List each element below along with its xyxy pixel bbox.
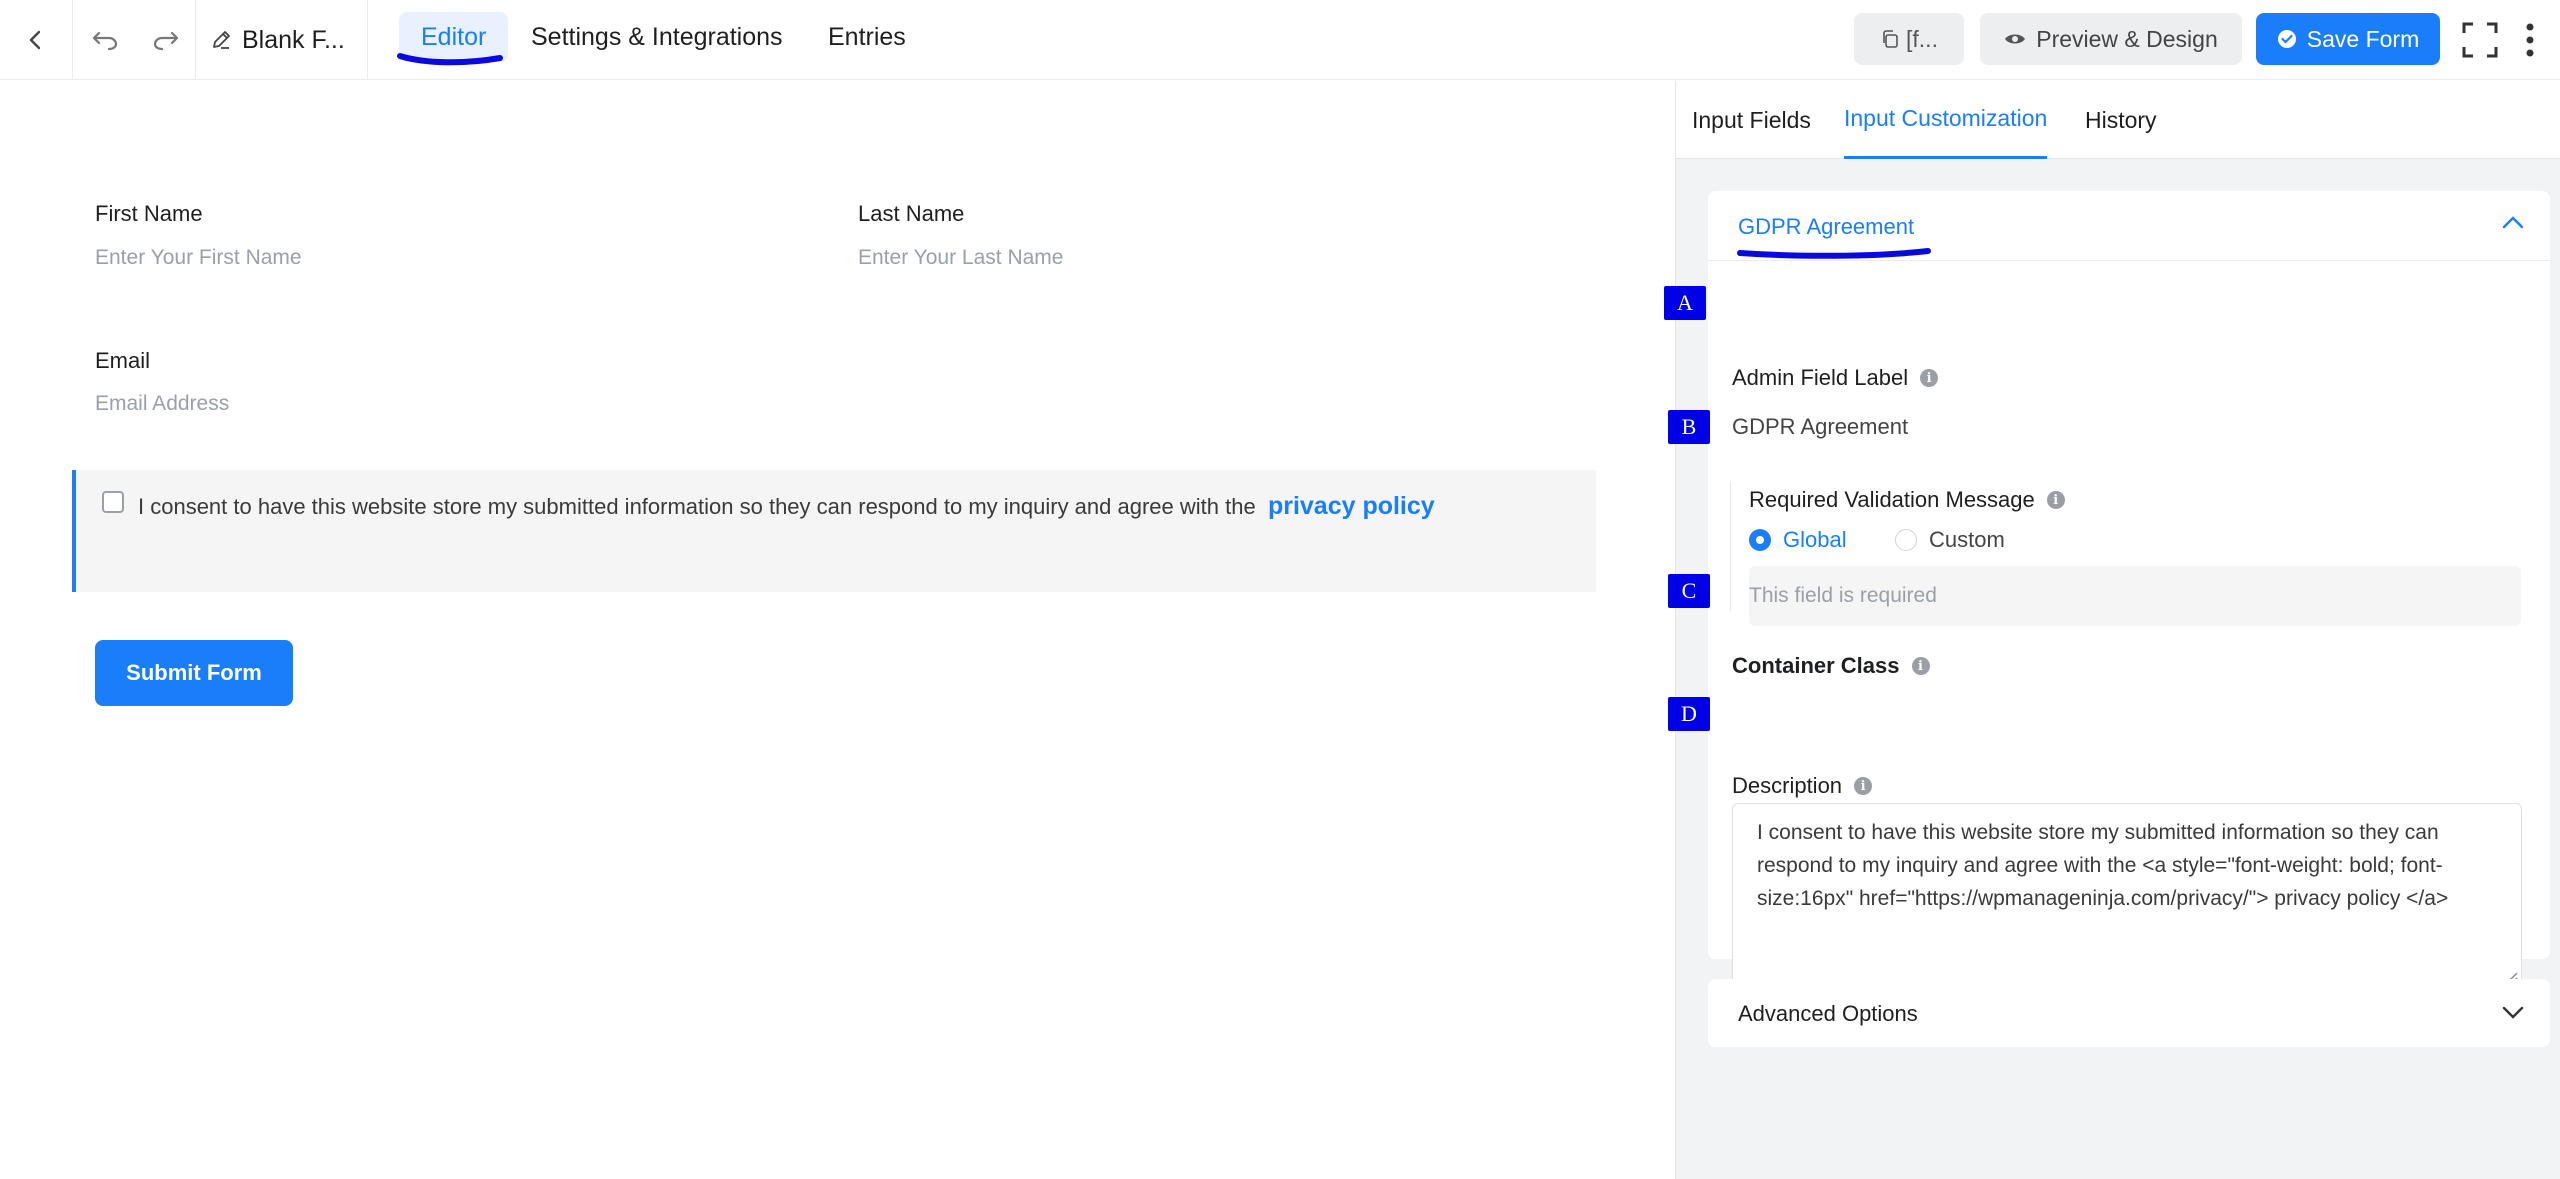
save-form-button[interactable]: Save Form [2256, 13, 2440, 65]
admin-field-label: Admin Field Label i [1732, 365, 1939, 391]
container-class-label: Container Class i [1732, 653, 1930, 679]
info-icon[interactable]: i [1854, 777, 1873, 795]
advanced-options-card[interactable]: Advanced Options [1708, 979, 2550, 1047]
back-button[interactable] [0, 0, 72, 80]
admin-field-input[interactable]: GDPR Agreement [1732, 414, 1908, 440]
submit-form-button[interactable]: Submit Form [95, 640, 293, 706]
eye-icon [2005, 34, 2026, 44]
container-class-input[interactable] [1732, 691, 2522, 741]
shortcode-button[interactable]: [f... [1854, 13, 1964, 65]
tab-history[interactable]: History [2085, 81, 2157, 159]
last-name-label: Last Name [858, 201, 965, 226]
chevron-down-icon[interactable] [2502, 1006, 2524, 1020]
gdpr-consent-field[interactable]: I consent to have this website store my … [72, 470, 1596, 592]
tab-settings-integrations[interactable]: Settings & Integrations [509, 12, 805, 62]
email-input[interactable]: Email Address [95, 392, 229, 416]
radio-selected-icon [1749, 529, 1771, 551]
copy-icon [1883, 30, 1898, 48]
more-options-button[interactable] [2512, 0, 2548, 80]
gdpr-card-header[interactable]: GDPR Agreement [1708, 191, 2550, 261]
settings-panel: Input Fields Input Customization History… [1675, 81, 2560, 1179]
first-name-input[interactable]: Enter Your First Name [95, 246, 302, 270]
radio-global[interactable]: Global [1749, 527, 1847, 553]
chevron-up-icon[interactable] [2502, 215, 2524, 229]
gdpr-settings-card: GDPR Agreement Admin Field Label i GDPR … [1708, 191, 2550, 987]
radio-unselected-icon [1895, 529, 1917, 551]
tab-input-customization[interactable]: Input Customization [1844, 81, 2048, 159]
more-vertical-icon [2526, 23, 2534, 57]
check-circle-icon [2277, 30, 2296, 48]
panel-tabs: Input Fields Input Customization History [1676, 81, 2560, 159]
required-validation-group: Required Validation Message i Global Cus… [1730, 481, 2538, 626]
preview-design-button[interactable]: Preview & Design [1980, 13, 2242, 65]
description-textarea[interactable]: I consent to have this website store my … [1732, 803, 2522, 987]
email-label: Email [95, 348, 151, 373]
info-icon[interactable]: i [1911, 657, 1930, 675]
undo-button[interactable] [73, 0, 137, 80]
undo-icon [92, 31, 118, 51]
redo-icon [153, 31, 179, 51]
marker-c: C [1668, 574, 1710, 608]
section-title: GDPR Agreement [1738, 214, 1915, 239]
fullscreen-button[interactable] [2456, 0, 2504, 80]
marker-a: A [1664, 286, 1706, 320]
top-bar: Blank F... Editor Settings & Integration… [0, 0, 2560, 80]
form-title: Blank F... [242, 25, 345, 54]
radio-custom[interactable]: Custom [1895, 527, 2005, 553]
privacy-policy-link[interactable]: privacy policy [1268, 492, 1435, 520]
back-arrow-icon [29, 30, 41, 50]
consent-text: I consent to have this website store my … [138, 492, 1435, 520]
info-icon[interactable]: i [1920, 369, 1939, 387]
last-name-input[interactable]: Enter Your Last Name [858, 246, 1063, 270]
form-title-button[interactable]: Blank F... [196, 0, 366, 80]
pencil-icon [213, 31, 230, 49]
required-message-label: Required Validation Message i [1749, 487, 2065, 513]
validation-message-input[interactable]: This field is required [1749, 566, 2521, 626]
first-name-label: First Name [95, 201, 203, 226]
tab-entries[interactable]: Entries [806, 12, 928, 62]
marker-d: D [1668, 697, 1710, 731]
annotation-underline [1737, 248, 1931, 259]
description-label: Description i [1732, 773, 1873, 799]
advanced-options-title: Advanced Options [1738, 1001, 1918, 1026]
fullscreen-icon [2462, 22, 2498, 58]
tab-input-fields[interactable]: Input Fields [1692, 81, 1811, 159]
marker-b: B [1668, 410, 1710, 444]
redo-button[interactable] [137, 0, 195, 80]
info-icon[interactable]: i [2046, 491, 2065, 509]
annotation-underline [397, 53, 503, 66]
consent-checkbox[interactable] [102, 491, 124, 513]
